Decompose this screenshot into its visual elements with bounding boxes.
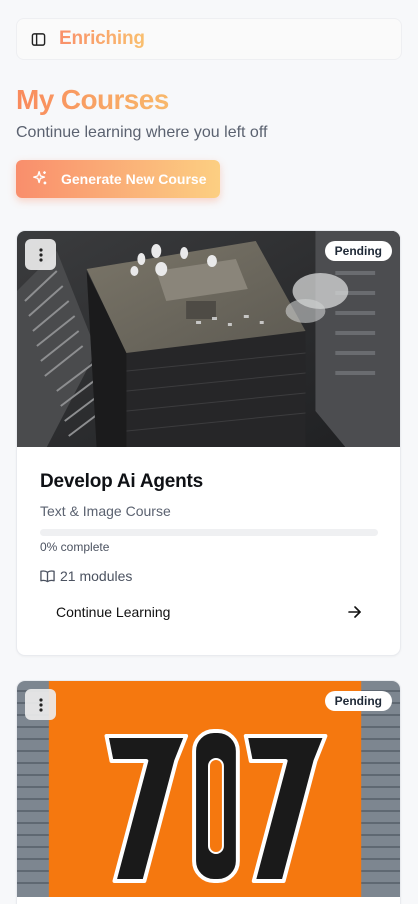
app-brand: Enriching: [59, 28, 145, 49]
card-menu-button[interactable]: [25, 689, 56, 720]
course-card[interactable]: Pending Develop Ai Agents Text & Image C…: [16, 230, 401, 656]
course-card[interactable]: Pending: [16, 680, 401, 904]
progress-text: 0% complete: [40, 540, 110, 554]
page-subtitle: Continue learning where you left off: [16, 124, 268, 141]
course-type: Text & Image Course: [40, 503, 171, 519]
course-title: Develop Ai Agents: [40, 471, 204, 492]
arrow-right-icon: [348, 606, 361, 618]
status-badge: Pending: [324, 241, 392, 261]
top-bar: Enriching: [16, 18, 402, 60]
status-badge: Pending: [324, 691, 392, 711]
sidebar-toggle-icon[interactable]: [29, 30, 47, 48]
sparkles-icon: [31, 169, 49, 190]
continue-learning-label: Continue Learning: [56, 604, 171, 620]
modules-label: 21 modules: [60, 568, 133, 584]
progress-bar: [40, 529, 378, 536]
generate-course-button[interactable]: Generate New Course: [16, 160, 220, 198]
continue-learning-button[interactable]: Continue Learning: [40, 595, 378, 629]
more-vertical-icon: [38, 697, 43, 712]
generate-course-label: Generate New Course: [61, 171, 207, 187]
modules-count: 21 modules: [40, 568, 132, 584]
card-menu-button[interactable]: [25, 239, 56, 270]
more-vertical-icon: [38, 247, 43, 262]
city-rooftop-image: Pending: [17, 231, 400, 447]
sign-707-image: Pending: [17, 681, 400, 897]
page-title: My Courses: [16, 84, 169, 115]
book-open-icon: [40, 570, 55, 583]
page: Enriching My Courses Continue learning w…: [0, 0, 418, 904]
